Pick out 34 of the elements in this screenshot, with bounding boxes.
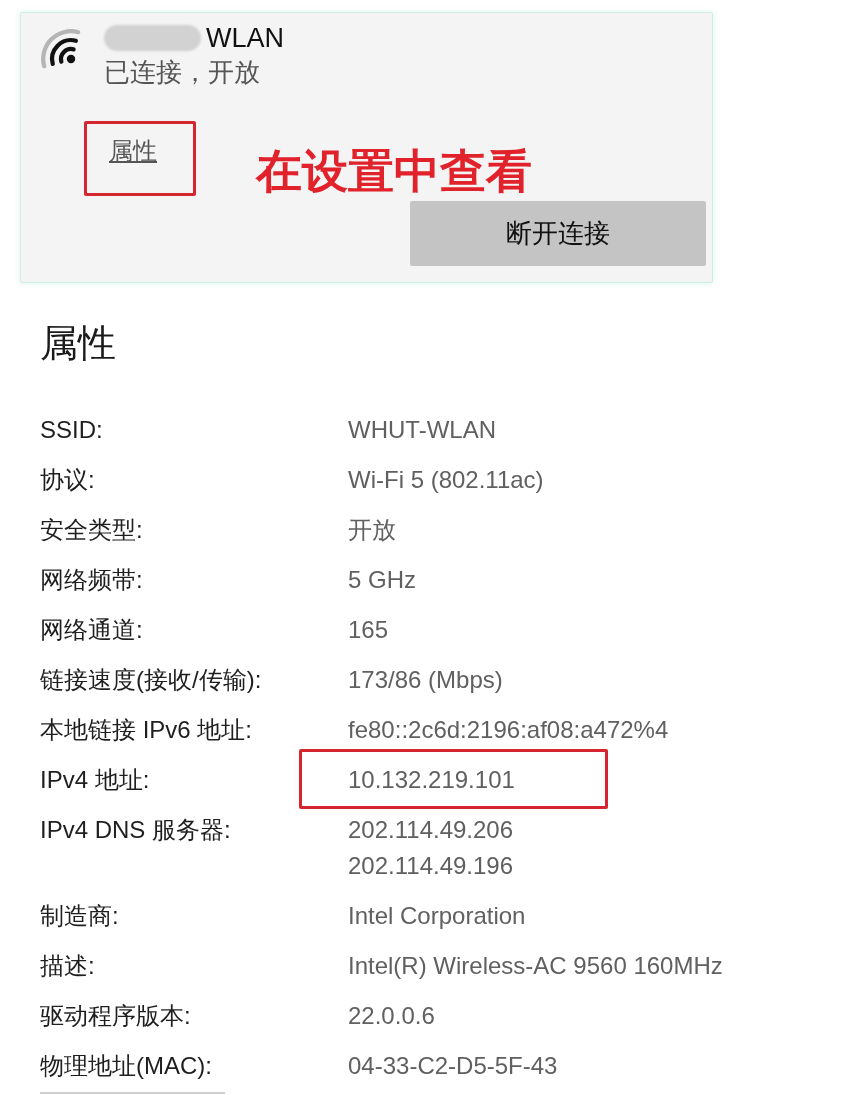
section-heading: 属性 bbox=[40, 321, 116, 366]
property-label: 链接速度(接收/传输): bbox=[40, 665, 262, 695]
property-value: 5 GHz bbox=[348, 565, 416, 595]
wifi-signal-icon bbox=[41, 29, 81, 69]
property-label: 制造商: bbox=[40, 901, 119, 931]
property-label: IPv4 地址: bbox=[40, 765, 150, 795]
property-label: IPv4 DNS 服务器: bbox=[40, 815, 231, 845]
property-value: 04-33-C2-D5-5F-43 bbox=[348, 1051, 558, 1081]
property-value: WHUT-WLAN bbox=[348, 415, 496, 445]
property-value: 173/86 (Mbps) bbox=[348, 665, 503, 695]
disconnect-button[interactable]: 断开连接 bbox=[410, 201, 706, 266]
property-value: 165 bbox=[348, 615, 389, 645]
property-label: SSID: bbox=[40, 415, 103, 445]
properties-link[interactable]: 属性 bbox=[109, 137, 157, 164]
property-label: 物理地址(MAC): bbox=[40, 1051, 212, 1081]
property-value: Intel(R) Wireless-AC 9560 160MHz bbox=[348, 951, 723, 981]
property-value: fe80::2c6d:2196:af08:a472%4 bbox=[348, 715, 669, 745]
connection-status: 已连接，开放 bbox=[104, 56, 261, 89]
property-label: 描述: bbox=[40, 951, 95, 981]
property-label: 网络通道: bbox=[40, 615, 143, 645]
property-label: 网络频带: bbox=[40, 565, 143, 595]
property-value: 开放 bbox=[348, 515, 396, 545]
property-value: Wi-Fi 5 (802.11ac) bbox=[348, 465, 544, 495]
property-value: 22.0.0.6 bbox=[348, 1001, 435, 1031]
property-value: 202.114.49.206 bbox=[348, 815, 514, 845]
property-label: 协议: bbox=[40, 465, 95, 495]
property-value: 202.114.49.196 bbox=[348, 851, 514, 881]
network-name: WLAN bbox=[206, 22, 284, 55]
property-value: Intel Corporation bbox=[348, 901, 526, 931]
property-label: 驱动程序版本: bbox=[40, 1001, 191, 1031]
annotation-text: 在设置中查看 bbox=[256, 146, 532, 196]
property-value: 10.132.219.101 bbox=[348, 765, 515, 795]
property-label: 安全类型: bbox=[40, 515, 143, 545]
property-label: 本地链接 IPv6 地址: bbox=[40, 715, 253, 745]
